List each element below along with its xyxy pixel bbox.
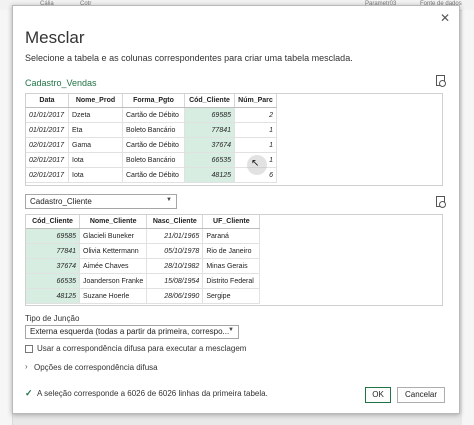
table-cell: 1 [234,137,277,153]
table-cell: 28/10/1982 [146,258,204,274]
table-row: 02/01/2017 Gama Cartão de Débito 37674 1 [26,137,277,153]
column-header-num-parc[interactable]: Núm_Parc [234,94,277,108]
join-type-value: Externa esquerda (todas a partir da prim… [30,327,230,336]
table-cell: 66535 [184,152,235,168]
merge-dialog: ✕ Mesclar Selecione a tabela e as coluna… [12,5,460,414]
first-table-name: Cadastro_Vendas [25,78,97,88]
column-header-nasc-cliente[interactable]: Nasc_Cliente [146,215,204,229]
table-cell: 2 [234,107,277,123]
second-table-dropdown[interactable]: Cadastro_Cliente ▼ [25,194,177,209]
table-cell: Iota [68,152,123,168]
table-cell: 01/01/2017 [26,107,69,123]
table-row: 02/01/2017 Iota Cartão de Débito 48125 6 [26,167,277,183]
preview-file-icon[interactable] [436,75,446,87]
table-cell: 01/01/2017 [26,122,69,138]
fuzzy-match-label[interactable]: Usar a correspondência difusa para execu… [37,344,246,353]
fuzzy-options-toggle[interactable]: Opções de correspondência difusa [34,363,158,372]
table-row: 48125 Suzane Hoerle 28/06/1990 Sergipe [26,288,261,304]
table-cell: 69585 [184,107,235,123]
table-cell: Olivia Kettermann [79,243,148,259]
table-cell: Cartão de Débito [122,167,185,183]
column-header-forma-pgto[interactable]: Forma_Pgto [122,94,185,108]
table-cell: Aimée Chaves [79,258,148,274]
column-header-nome-cliente[interactable]: Nome_Cliente [79,215,148,229]
dialog-subtitle: Selecione a tabela e as colunas correspo… [25,53,353,63]
table-cell: 77841 [184,122,235,138]
chevron-down-icon: ▼ [228,327,234,333]
table-cell: 48125 [184,167,235,183]
table-row: 01/01/2017 Eta Boleto Bancário 77841 1 [26,122,277,138]
table-cell: 21/01/1965 [146,228,204,244]
table-cell: 1 [234,122,277,138]
table-cell: Gama [68,137,123,153]
fuzzy-match-checkbox[interactable] [25,345,33,353]
table-cell: Dzeta [68,107,123,123]
table-cell: 05/10/1978 [146,243,204,259]
column-header-nome-prod[interactable]: Nome_Prod [68,94,123,108]
table-cell: 48125 [26,288,80,304]
column-header-cod-cliente[interactable]: Cód_Cliente [184,94,235,108]
table-row: 69585 Glacieli Buneker 21/01/1965 Paraná [26,228,261,244]
second-table-dropdown-value: Cadastro_Cliente [30,197,92,206]
join-type-dropdown[interactable]: Externa esquerda (todas a partir da prim… [25,325,239,339]
column-header-data[interactable]: Data [26,94,69,108]
join-type-label: Tipo de Junção [25,314,80,323]
table-cell: 37674 [184,137,235,153]
status-message: A seleção corresponde a 6026 de 6026 lin… [37,389,268,398]
table-cell: 02/01/2017 [26,137,69,153]
table-cell: Cartão de Débito [122,137,185,153]
table-cell: 37674 [26,258,80,274]
table-cell: Eta [68,122,123,138]
cancel-button[interactable]: Cancelar [397,387,445,403]
chevron-right-icon[interactable]: › [25,362,28,371]
table-cell: Paraná [202,228,261,244]
table-cell: 02/01/2017 [26,152,69,168]
cursor-icon: ↖ [251,158,260,169]
table-cell: Sergipe [202,288,261,304]
table-cell: Glacieli Buneker [79,228,148,244]
table-cell: Minas Gerais [202,258,261,274]
table-cell: Iota [68,167,123,183]
table-cell: Distrito Federal [202,273,261,289]
check-icon: ✓ [25,388,33,398]
table-row: 66535 Joanderson Franke 15/08/1954 Distr… [26,273,261,289]
table-cell: Cartão de Débito [122,107,185,123]
table-cell: Joanderson Franke [79,273,148,289]
table-row: 01/01/2017 Dzeta Cartão de Débito 69585 … [26,107,277,123]
table-row: 02/01/2017 Iota Boleto Bancário 66535 1 [26,152,277,168]
table-cell: 15/08/1954 [146,273,204,289]
table-cell: 77841 [26,243,80,259]
table-row: 37674 Aimée Chaves 28/10/1982 Minas Gera… [26,258,261,274]
second-table-grid: Cód_Cliente Nome_Cliente Nasc_Cliente UF… [25,214,443,306]
table-cell: Boleto Bancário [122,152,185,168]
close-icon[interactable]: ✕ [440,11,450,25]
column-header-cod-cliente-2[interactable]: Cód_Cliente [26,215,80,229]
dialog-title: Mesclar [25,28,85,47]
first-table-grid: Data Nome_Prod Forma_Pgto Cód_Cliente Nú… [25,93,443,186]
table-cell: Boleto Bancário [122,122,185,138]
table-cell: Suzane Hoerle [79,288,148,304]
table-row: 77841 Olivia Kettermann 05/10/1978 Rio d… [26,243,261,259]
chevron-down-icon: ▼ [166,197,172,203]
table-cell: 28/06/1990 [146,288,204,304]
table-cell: 02/01/2017 [26,167,69,183]
background-sheet-right [462,10,474,425]
table-cell: 69585 [26,228,80,244]
ok-button[interactable]: OK [365,387,391,403]
preview-file-icon-2[interactable] [436,196,446,208]
table-cell: Rio de Janeiro [202,243,261,259]
table-cell: 66535 [26,273,80,289]
column-header-uf-cliente[interactable]: UF_Cliente [202,215,261,229]
